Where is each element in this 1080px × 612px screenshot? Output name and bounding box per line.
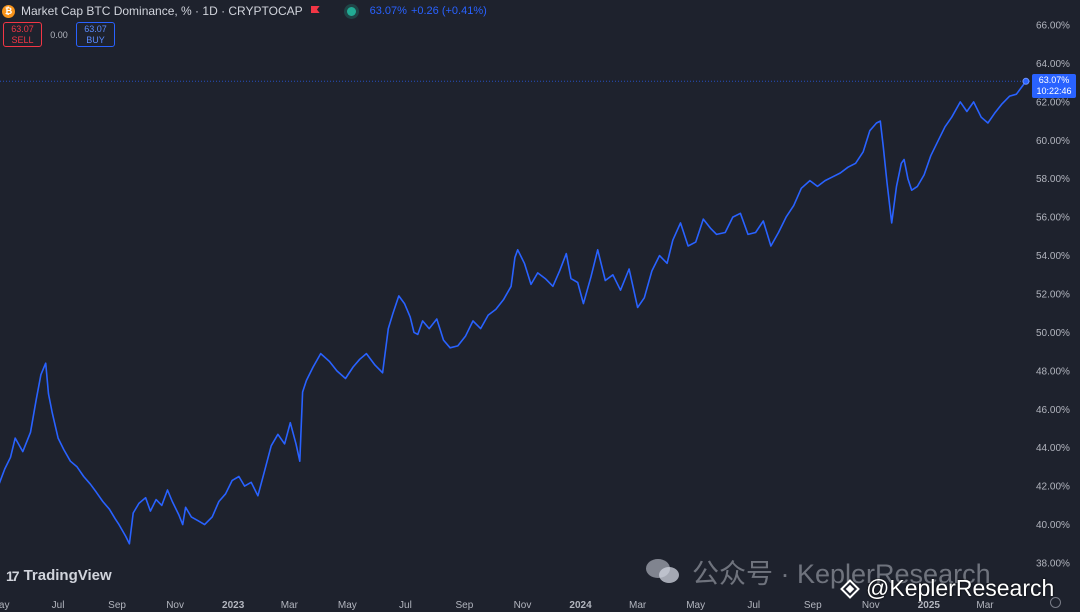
y-tick-label: 42.00% <box>1036 482 1070 493</box>
market-open-dot-icon <box>346 6 356 16</box>
buy-button[interactable]: 63.07 BUY <box>76 22 115 47</box>
symbol-title[interactable]: Market Cap BTC Dominance, % · 1D · CRYPT… <box>21 4 303 18</box>
x-tick-label: Jul <box>399 600 412 611</box>
x-tick-label: Sep <box>804 600 822 611</box>
y-tick-label: 44.00% <box>1036 443 1070 454</box>
y-tick-label: 58.00% <box>1036 174 1070 185</box>
x-tick-label: Sep <box>456 600 474 611</box>
sell-price: 63.07 <box>11 23 34 34</box>
sell-label: SELL <box>11 34 34 45</box>
tradingview-logo[interactable]: 17 TradingView <box>6 567 112 584</box>
y-tick-label: 46.00% <box>1036 405 1070 416</box>
gear-icon[interactable] <box>1050 597 1061 608</box>
bitcoin-icon: ₿ <box>2 4 15 18</box>
x-tick-label: May <box>686 600 705 611</box>
x-tick-label: Sep <box>108 600 126 611</box>
binance-icon <box>836 574 864 602</box>
y-tick-label: 66.00% <box>1036 21 1070 32</box>
y-tick-label: 48.00% <box>1036 366 1070 377</box>
y-tick-label: 54.00% <box>1036 251 1070 262</box>
x-tick-label: Nov <box>166 600 184 611</box>
author-handle-text: @KeplerResearch <box>866 575 1055 601</box>
y-tick-label: 50.00% <box>1036 328 1070 339</box>
chart-legend: ₿ Market Cap BTC Dominance, % · 1D · CRY… <box>0 2 487 20</box>
x-tick-label: 2023 <box>222 600 245 611</box>
price-tag-value: 63.07% <box>1038 75 1070 85</box>
y-tick-label: 60.00% <box>1036 136 1070 147</box>
tradingview-wordmark: TradingView <box>23 567 112 584</box>
y-axis[interactable]: 38.00% 40.00% 42.00% 44.00% 46.00% 48.00% 50.0… <box>1036 21 1070 570</box>
y-tick-label: 52.00% <box>1036 290 1070 301</box>
y-tick-label: 38.00% <box>1036 559 1070 570</box>
x-tick-label: Jul <box>747 600 760 611</box>
tradingview-mark-icon: 17 <box>6 567 20 584</box>
flag-icon[interactable] <box>311 6 321 16</box>
trade-buttons: 63.07 SELL 0.00 63.07 BUY <box>3 22 115 47</box>
y-tick-label: 56.00% <box>1036 213 1070 224</box>
y-tick-label: 40.00% <box>1036 520 1070 531</box>
last-price-tag: 63.07% 10:22:46 <box>1032 74 1076 98</box>
x-tick-label: Mar <box>629 600 647 611</box>
x-tick-label: May <box>338 600 357 611</box>
x-tick-label: Jul <box>52 600 65 611</box>
price-chart[interactable]: 38.00% 40.00% 42.00% 44.00% 46.00% 48.00% 50.0… <box>0 0 1080 612</box>
spread-value: 0.00 <box>50 29 68 40</box>
x-tick-label: May <box>0 600 9 611</box>
wechat-icon <box>646 557 684 587</box>
last-quote: 63.07% +0.26 (+0.41%) <box>370 5 487 17</box>
author-handle: @KeplerResearch <box>840 575 1054 602</box>
x-tick-label: 2024 <box>569 600 592 611</box>
buy-price: 63.07 <box>84 23 107 34</box>
price-tag-countdown: 10:22:46 <box>1036 86 1072 96</box>
sell-button[interactable]: 63.07 SELL <box>3 22 42 47</box>
y-tick-label: 64.00% <box>1036 59 1070 70</box>
dominance-line <box>0 80 1027 545</box>
y-tick-label: 62.00% <box>1036 97 1070 108</box>
change-value: +0.26 (+0.41%) <box>410 5 487 17</box>
last-point <box>1022 77 1030 85</box>
buy-label: BUY <box>86 34 105 45</box>
x-tick-label: Nov <box>514 600 532 611</box>
x-tick-label: Mar <box>281 600 299 611</box>
last-value: 63.07% <box>369 5 407 17</box>
